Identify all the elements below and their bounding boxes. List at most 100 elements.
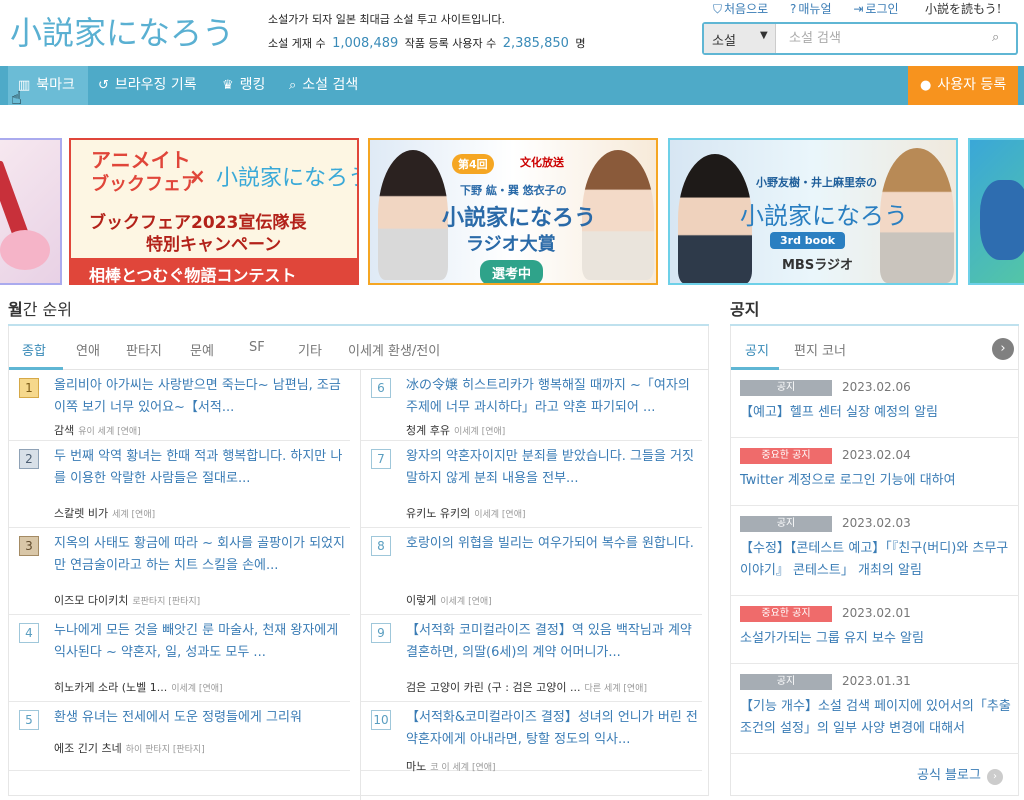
notice-title-link[interactable]: 【예고】헬프 센터 실장 예정의 알림 xyxy=(740,402,1015,424)
novel-author[interactable]: 청계 후유 xyxy=(406,424,450,437)
novel-author[interactable]: 히노카게 소라 (노벨 1... xyxy=(54,681,167,694)
novel-title-link[interactable]: 올리비아 아가씨는 사랑받으면 죽는다~ 남편님, 조금 이쪽 보기 너무 있어… xyxy=(54,375,346,419)
top-link-login[interactable]: ⇥ 로그인 xyxy=(853,2,907,16)
novel-author[interactable]: 유키노 유키의 xyxy=(406,507,470,520)
novel-genre: 이세계 [연애] xyxy=(474,510,526,520)
banner-text: 第4回 xyxy=(452,154,494,174)
novel-author[interactable]: 에조 긴기 츠네 xyxy=(54,742,122,755)
ranking-panel: 종합 연애 판타지 문예 SF 기타 이세계 환생/전이 1 올리비아 아가씨는 … xyxy=(8,326,709,800)
nav-history[interactable]: ↺ 브라우징 기록 xyxy=(98,66,197,105)
banner-text: 文化放送 xyxy=(520,156,564,169)
novel-meta: 히노카게 소라 (노벨 1... 이세계 [연애] xyxy=(54,679,223,695)
nav-ranking[interactable]: ♛ 랭킹 xyxy=(222,66,265,105)
notice-title-link[interactable]: 소설가가되는 그룹 유지 보수 알림 xyxy=(740,628,1015,650)
site-logo[interactable]: 小説家になろう xyxy=(8,8,258,54)
tab-fantasy[interactable]: 판타지 xyxy=(126,340,162,359)
novel-author[interactable]: 감색 xyxy=(54,424,74,437)
home-icon: ⛉ xyxy=(713,2,723,16)
notice-date: 2023.02.06 xyxy=(842,380,911,394)
novel-title-link[interactable]: 누나에게 모든 것을 빼앗긴 룬 마술사, 천재 왕자에게 익사된다 ~ 약혼자… xyxy=(54,620,346,664)
novel-title-link[interactable]: 冰の令嬢 히스트리카가 행복해질 때까지 ~「여자의 주제에 너무 과시하다」라… xyxy=(406,375,698,419)
tab-overall[interactable]: 종합 xyxy=(22,340,46,359)
ranking-item: 5 환생 유녀는 전세에서 도운 정령들에게 그리워에조 긴기 츠네 하이 판타지 … xyxy=(9,702,350,771)
top-link-label: 매뉴얼 xyxy=(798,2,832,16)
login-icon: ⇥ xyxy=(853,2,864,16)
rank-number: 8 xyxy=(371,536,391,556)
notice-badge: 공지 xyxy=(740,674,832,690)
novel-title-link[interactable]: 환생 유녀는 전세에서 도운 정령들에게 그리워 xyxy=(54,707,346,729)
banner-text: 小説家になろう xyxy=(216,166,359,191)
novel-meta: 스칼렛 비가 세계 [연애] xyxy=(54,505,155,521)
search-category-select[interactable]: 소설 ▼ xyxy=(704,24,776,53)
notice-title-link[interactable]: 【수정】【콘테스트 예고】「『친구(버디)와 츠무구 이야기』 콘테스트」 개최… xyxy=(740,538,1015,582)
top-link-manual[interactable]: ? 매뉴얼 xyxy=(790,2,841,16)
ranking-item: 8 호랑이의 위협을 빌리는 여우가되어 복수를 원합니다. 이렇게 이세계 [연애] xyxy=(361,528,702,615)
top-link-home[interactable]: ⛉ 처음으로 xyxy=(713,2,777,16)
read-site-logo[interactable]: 小説を読もう! xyxy=(925,0,1001,17)
top-link-label: 로그인 xyxy=(865,2,899,16)
nav-novel-search[interactable]: ⌕ 소설 검색 xyxy=(289,66,358,105)
blog-label: 공식 블로그 xyxy=(917,768,981,783)
user-count-unit: 명 xyxy=(575,37,586,50)
novel-title-link[interactable]: 두 번째 악역 황녀는 한때 적과 행복합니다. 하지만 나를 이용한 악랄한 … xyxy=(54,446,346,490)
tab-literature[interactable]: 문예 xyxy=(190,340,214,359)
banner-radio-award[interactable]: 第4回 文化放送 下野 紘・巽 悠衣子の 小説家になろう ラジオ大賞 選考中 xyxy=(368,138,658,285)
banner-partial-left[interactable] xyxy=(0,138,62,285)
novel-genre: 로판타지 [판타지] xyxy=(132,597,201,607)
search-category-value: 소설 xyxy=(712,34,736,49)
tab-isekai[interactable]: 이세계 환생/전이 xyxy=(348,340,440,359)
search-icon[interactable]: ⌕ xyxy=(992,30,999,45)
tab-notice[interactable]: 공지 xyxy=(745,340,769,359)
rank-number: 4 xyxy=(19,623,39,643)
notice-title-link[interactable]: Twitter 계정으로 로그인 기능에 대하여 xyxy=(740,470,1015,492)
novel-author[interactable]: 스칼렛 비가 xyxy=(54,507,108,520)
character-illustration xyxy=(980,180,1024,260)
ranking-item: 10 【서적화&코미컬라이즈 결정】성녀의 언니가 버린 전 약혼자에게 아내라면… xyxy=(361,702,702,773)
novel-author[interactable]: 이즈모 다이키치 xyxy=(54,594,128,607)
ranking-tabs: 종합 연애 판타지 문예 SF 기타 이세계 환생/전이 xyxy=(9,326,709,370)
notice-date: 2023.02.04 xyxy=(842,448,911,462)
mascot-illustration xyxy=(0,230,50,270)
novel-author[interactable]: 검은 고양이 카린 (구 : 검은 고양이 ... xyxy=(406,681,581,694)
ranking-heading-bold: 월 xyxy=(8,300,23,319)
notice-title-link[interactable]: 【기능 개수】소설 검색 페이지에 있어서의「추출 조건의 설정」의 일부 사양… xyxy=(740,696,1015,740)
novel-title-link[interactable]: 왕자의 약혼자이지만 분죄를 받았습니다. 그들을 거짓말하지 않게 분죄 내용… xyxy=(406,446,698,490)
notice-item: 공지 2023.02.06 【예고】헬프 센터 실장 예정의 알림 xyxy=(731,370,1019,438)
banner-animate-bookfair[interactable]: アニメイト ブックフェア × 小説家になろう ブックフェア2023宣伝隊長 特別… xyxy=(69,138,359,285)
banner-text: 小説家になろう xyxy=(442,206,597,231)
novel-meta: 에조 긴기 츠네 하이 판타지 [판타지] xyxy=(54,740,205,756)
novel-title-link[interactable]: 【서적화&코미컬라이즈 결정】성녀의 언니가 버린 전 약혼자에게 아내라면, … xyxy=(406,707,698,751)
banner-text: 小野友樹・井上麻里奈の xyxy=(756,176,877,189)
rank-number: 3 xyxy=(19,536,39,556)
tab-other[interactable]: 기타 xyxy=(298,340,322,359)
register-button[interactable]: ● 사용자 등록 xyxy=(908,66,1018,105)
top-links: ⛉ 처음으로 ? 매뉴얼 ⇥ 로그인 xyxy=(713,0,917,17)
novel-author[interactable]: 이렇게 xyxy=(406,594,436,607)
banner-text: MBSラジオ xyxy=(782,258,853,273)
novel-meta: 감색 유이 세계 [연애] xyxy=(54,422,141,438)
novel-author[interactable]: 마노 xyxy=(406,760,426,773)
novel-genre: 이세계 [연애] xyxy=(440,597,492,607)
tab-letter-corner[interactable]: 편지 코너 xyxy=(794,340,846,359)
ranking-item: 7 왕자의 약혼자이지만 분죄를 받았습니다. 그들을 거짓말하지 않게 분죄 내… xyxy=(361,441,702,528)
site-tagline: 소설가가 되자 일본 최대급 소설 투고 사이트입니다. xyxy=(268,13,505,26)
novel-genre: 유이 세계 [연애] xyxy=(78,427,141,437)
novel-meta: 검은 고양이 카린 (구 : 검은 고양이 ... 다른 세계 [연애] xyxy=(406,679,647,695)
site-stats: 소설 게재 수 1,008,489 작품 등록 사용자 수 2,385,850 … xyxy=(268,35,586,51)
main-nav: ▥ 북마크 ↺ 브라우징 기록 ♛ 랭킹 ⌕ 소설 검색 ● 사용자 등록 xyxy=(0,66,1024,105)
user-count-label: 작품 등록 사용자 수 xyxy=(404,37,497,50)
search-icon: ⌕ xyxy=(289,78,297,93)
banner-mbs-radio[interactable]: 小野友樹・井上麻里奈の 小説家になろう 3rd book MBSラジオ xyxy=(668,138,958,285)
official-blog-link[interactable]: 공식 블로그 › xyxy=(917,764,1003,785)
novel-title-link[interactable]: 【서적화 코미컬라이즈 결정】역 있음 백작님과 계약 결혼하면, 의딸(6세)… xyxy=(406,620,698,664)
tab-romance[interactable]: 연애 xyxy=(76,340,100,359)
tab-sf[interactable]: SF xyxy=(249,340,265,355)
banner-text: 小説家になろう xyxy=(740,202,908,230)
novel-title-link[interactable]: 호랑이의 위협을 빌리는 여우가되어 복수를 원합니다. xyxy=(406,533,698,555)
novel-genre: 이세계 [연애] xyxy=(453,427,506,437)
rank-number: 5 xyxy=(19,710,39,730)
novel-title-link[interactable]: 지옥의 사태도 황금에 따라 ~ 회사를 골팡이가 되었지만 연금술이라고 하는… xyxy=(54,533,346,577)
banner-partial-right[interactable] xyxy=(968,138,1024,285)
ranking-heading: 월간 순위 xyxy=(8,296,72,320)
search-input[interactable] xyxy=(776,24,986,53)
